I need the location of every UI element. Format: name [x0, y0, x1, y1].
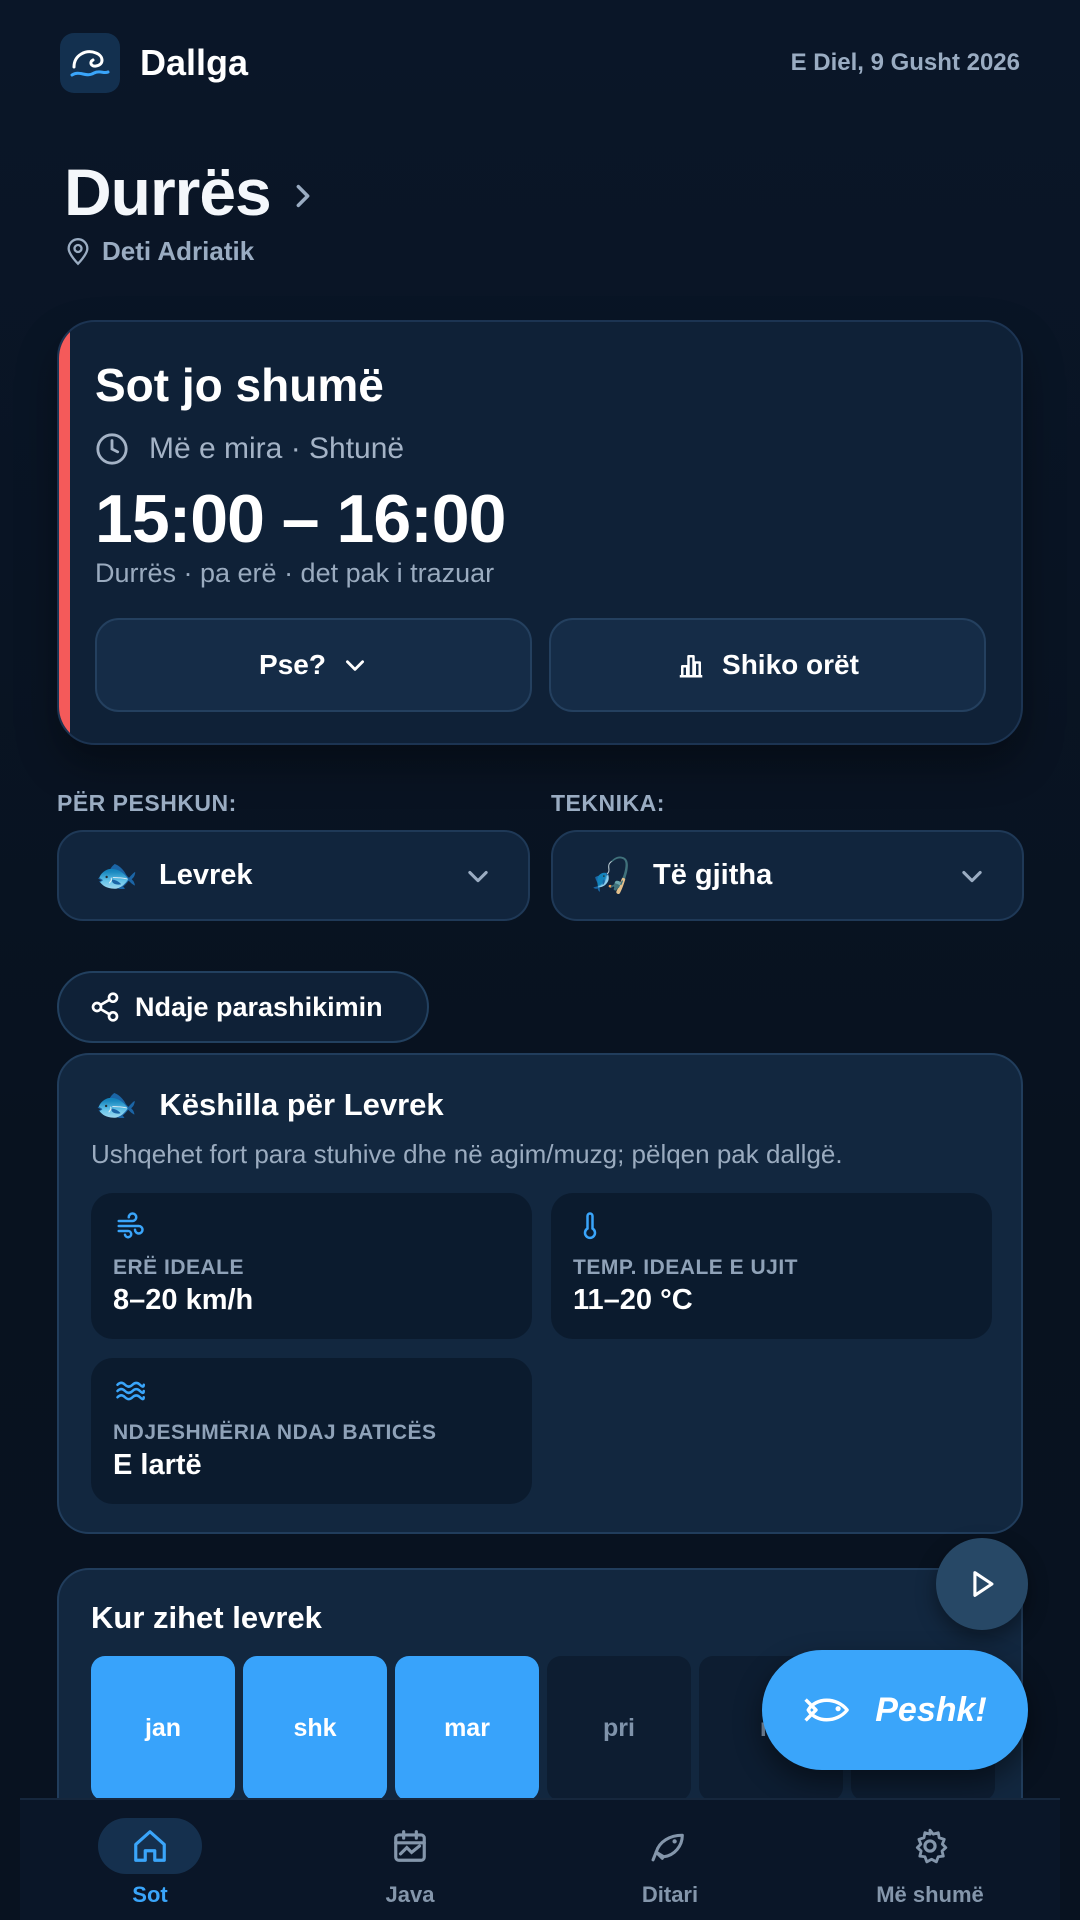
wave-logo-icon: [60, 33, 120, 93]
best-day-label: Më e mira · Shtunë: [149, 432, 405, 465]
play-button[interactable]: [936, 1538, 1028, 1630]
fish-selector-label: PËR PESHKUN:: [57, 790, 237, 816]
fish-emoji-icon: 🐟: [95, 856, 139, 895]
fish-icon: [804, 1698, 850, 1722]
best-time-row: Më e mira · Shtunë: [95, 432, 404, 466]
fish-tips-card: 🐟 Këshilla për Levrek Ushqehet fort para…: [57, 1053, 1023, 1534]
month-shk: shk: [243, 1656, 387, 1801]
location-pin-icon: [67, 237, 89, 265]
tips-header: 🐟 Këshilla për Levrek: [95, 1085, 444, 1125]
nav-icon-wrap: [618, 1818, 722, 1874]
nav-item-more[interactable]: Më shumë: [800, 1800, 1060, 1920]
tips-title: Këshilla për Levrek: [159, 1087, 444, 1122]
month-pri: pri: [547, 1656, 691, 1801]
nav-label-journal: Ditari: [641, 1882, 699, 1907]
why-button-label: Pse?: [259, 649, 326, 680]
best-time-window: 15:00 – 16:00: [95, 481, 506, 557]
home-icon: [134, 1830, 166, 1862]
current-date: E Diel, 9 Gusht 2026: [790, 49, 1020, 76]
wind-icon: [117, 1212, 144, 1239]
ideal-water-temp-tile: TEMP. IDEALE E UJIT 11–20 °C: [551, 1193, 992, 1339]
ideal-water-temp-label: TEMP. IDEALE E UJIT: [573, 1256, 798, 1279]
nav-label-more: Më shumë: [876, 1882, 984, 1907]
waves-icon: [116, 1381, 145, 1401]
season-title: Kur zihet levrek: [91, 1600, 322, 1635]
brand: Dallga: [60, 33, 248, 93]
month-jan: jan: [91, 1656, 235, 1801]
fish-select[interactable]: 🐟 Levrek: [57, 830, 530, 921]
city-row[interactable]: Durrës: [64, 152, 317, 232]
nav-icon-wrap: [878, 1818, 982, 1874]
bottom-nav: Sot Java Ditari Më shumë: [20, 1798, 1060, 1920]
nav-item-journal[interactable]: Ditari: [540, 1800, 800, 1920]
forecast-accent-bar: [59, 322, 70, 743]
view-hours-button[interactable]: Shiko orët: [549, 618, 986, 712]
nav-active-pill: [98, 1818, 202, 1874]
forecast-conditions: Durrës · pa erë · det pak i trazuar: [95, 558, 495, 588]
share-forecast-button[interactable]: Ndaje parashikimin: [57, 971, 429, 1043]
fish-icon: [651, 1833, 684, 1862]
bar-chart-icon: [679, 655, 703, 678]
forecast-title: Sot jo shumë: [95, 359, 384, 411]
technique-select[interactable]: 🎣 Të gjitha: [551, 830, 1024, 921]
log-catch-button[interactable]: Peshk!: [762, 1650, 1028, 1770]
app-header: Dallga E Diel, 9 Gusht 2026: [60, 32, 1020, 94]
why-button[interactable]: Pse?: [95, 618, 532, 712]
chevron-down-icon: [468, 870, 488, 882]
ideal-wind-value: 8–20 km/h: [113, 1284, 254, 1316]
chevron-down-icon: [962, 870, 982, 882]
forecast-card: Sot jo shumë Më e mira · Shtunë 15:00 – …: [57, 320, 1023, 745]
app-name: Dallga: [140, 42, 249, 83]
fish-select-value: Levrek: [159, 859, 253, 891]
tide-sensitivity-tile: NDJESHMËRIA NDAJ BATICËS E lartë: [91, 1358, 532, 1504]
play-icon: [973, 1571, 994, 1597]
share-forecast-label: Ndaje parashikimin: [135, 991, 383, 1022]
log-catch-label: Peshk!: [875, 1690, 987, 1729]
tide-sensitivity-label: NDJESHMËRIA NDAJ BATICËS: [113, 1421, 437, 1444]
nav-label-week: Java: [385, 1882, 435, 1907]
ideal-wind-label: ERË IDEALE: [113, 1256, 245, 1279]
tips-description: Ushqehet fort para stuhive dhe në agim/m…: [91, 1139, 843, 1169]
technique-selector-label: TEKNIKA:: [551, 790, 665, 816]
calendar-icon: [394, 1830, 426, 1862]
chevron-right-icon: [296, 184, 310, 208]
ideal-wind-tile: ERË IDEALE 8–20 km/h: [91, 1193, 532, 1339]
nav-icon-wrap: [358, 1818, 462, 1874]
chevron-down-icon: [345, 660, 364, 671]
nav-item-today[interactable]: Sot: [20, 1800, 280, 1920]
app-screen: Dallga E Diel, 9 Gusht 2026 Durrës Deti …: [0, 0, 1080, 1920]
fishing-rod-emoji-icon: 🎣: [589, 856, 633, 895]
fish-emoji-icon: 🐟: [95, 1086, 138, 1124]
nav-label-today: Sot: [132, 1882, 168, 1907]
nav-item-week[interactable]: Java: [280, 1800, 540, 1920]
technique-select-value: Të gjitha: [653, 859, 773, 891]
month-mar: mar: [395, 1656, 539, 1801]
gear-icon: [915, 1828, 948, 1864]
tide-sensitivity-value: E lartë: [113, 1449, 202, 1481]
region-row: Deti Adriatik: [64, 236, 317, 267]
city-name: Durrës: [64, 155, 272, 229]
thermometer-icon: [583, 1212, 597, 1240]
ideal-water-temp-value: 11–20 °C: [573, 1284, 693, 1316]
location-selector[interactable]: Durrës Deti Adriatik: [64, 152, 317, 267]
region-name: Deti Adriatik: [102, 236, 255, 266]
view-hours-label: Shiko orët: [722, 649, 859, 680]
clock-icon: [96, 433, 128, 465]
share-icon: [91, 992, 119, 1022]
